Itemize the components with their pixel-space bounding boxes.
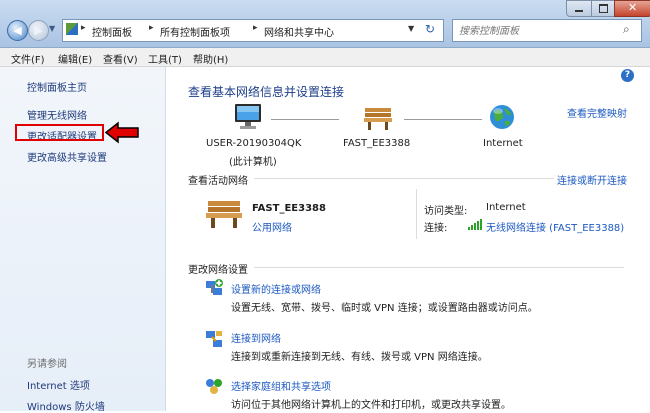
network-type-link[interactable]: 公用网络 (252, 219, 292, 234)
map-connector-line (404, 119, 482, 120)
active-network-name: FAST_EE3388 (252, 203, 326, 214)
address-dropdown-icon[interactable]: ▼ (408, 24, 414, 33)
task-setup-connection-desc: 设置无线、宽带、拨号、临时或 VPN 连接；或设置路由器或访问点。 (231, 303, 538, 314)
annotation-highlight-box (15, 124, 104, 141)
new-connection-icon (206, 279, 223, 295)
menu-file[interactable]: 文件(F) (11, 51, 45, 66)
minimize-button[interactable] (566, 0, 592, 17)
sidebar-item-advanced-sharing[interactable]: 更改高级共享设置 (27, 149, 107, 164)
title-address-bar: ✕ ◀ ▶ ▼ ▸ 控制面板 ▸ 所有控制面板项 ▸ 网络和共享中心 ▼ ↻ ⌕ (0, 0, 650, 48)
chevron-down-icon: ▼ (49, 24, 56, 33)
map-connector-line (271, 119, 339, 120)
section-divider (254, 267, 624, 268)
menu-view[interactable]: 查看(V) (103, 51, 138, 66)
forward-button[interactable]: ▶ (28, 20, 49, 41)
task-homegroup-link[interactable]: 选择家庭组和共享选项 (231, 378, 331, 393)
map-network-name: FAST_EE3388 (343, 138, 411, 149)
active-networks-heading: 查看活动网络 (188, 176, 248, 187)
map-internet-label: Internet (483, 138, 523, 149)
search-icon[interactable]: ⌕ (623, 22, 630, 37)
menu-edit[interactable]: 编辑(E) (58, 51, 92, 66)
main-content: ? 查看基本网络信息并设置连接 查看完整映射 USER-20190304QK (… (166, 67, 650, 411)
breadcrumb-control-panel[interactable]: 控制面板 (92, 24, 132, 39)
page-title: 查看基本网络信息并设置连接 (188, 85, 345, 99)
bench-network-icon[interactable] (362, 105, 394, 131)
task-connect-network-link[interactable]: 连接到网络 (231, 330, 281, 345)
sidebar-home-link[interactable]: 控制面板主页 (27, 79, 87, 94)
task-homegroup-desc: 访问位于其他网络计算机上的文件和打印机，或更改共享设置。 (231, 400, 511, 411)
close-icon: ✕ (628, 1, 638, 14)
breadcrumb-network-center[interactable]: 网络和共享中心 (264, 24, 334, 39)
wifi-signal-icon (468, 219, 482, 230)
connection-label: 连接: (424, 223, 448, 234)
control-panel-icon (66, 23, 78, 35)
computer-icon[interactable] (232, 102, 266, 132)
maximize-button[interactable] (591, 0, 615, 17)
globe-icon[interactable] (488, 103, 516, 131)
sidebar-item-internet-options[interactable]: Internet 选项 (27, 377, 90, 392)
task-setup-connection-link[interactable]: 设置新的连接或网络 (231, 281, 321, 296)
breadcrumb-separator-icon[interactable]: ▸ (149, 23, 154, 33)
sidebar-item-manage-wireless[interactable]: 管理无线网络 (27, 107, 87, 122)
task-connect-network-desc: 连接到或重新连接到无线、有线、拨号或 VPN 网络连接。 (231, 352, 488, 363)
bench-network-icon (206, 201, 242, 228)
computer-name: USER-20190304QK (206, 138, 302, 149)
forward-arrow-icon: ▶ (34, 24, 43, 37)
back-arrow-icon: ◀ (13, 24, 22, 37)
breadcrumb-separator-icon[interactable]: ▸ (253, 23, 258, 33)
refresh-icon[interactable]: ↻ (425, 22, 435, 36)
minimize-icon (575, 10, 583, 12)
back-button[interactable]: ◀ (7, 20, 28, 41)
connect-disconnect-link[interactable]: 连接或断开连接 (557, 172, 627, 187)
computer-subtitle: (此计算机) (229, 157, 277, 168)
view-full-map-link[interactable]: 查看完整映射 (567, 105, 627, 120)
recent-pages-dropdown[interactable]: ▼ (49, 24, 55, 33)
breadcrumb-separator-icon: ▸ (81, 23, 86, 33)
connect-network-icon (206, 331, 222, 347)
annotation-arrow-icon (104, 121, 139, 144)
search-box[interactable]: ⌕ (452, 19, 642, 42)
access-type-label: 访问类型: (424, 206, 468, 217)
vertical-divider (416, 189, 417, 239)
see-also-heading: 另请参阅 (27, 359, 67, 370)
change-settings-heading: 更改网络设置 (188, 265, 248, 276)
homegroup-icon (206, 379, 222, 394)
task-pane: 控制面板主页 管理无线网络 更改适配器设置 更改高级共享设置 另请参阅 Inte… (0, 67, 166, 413)
address-bar[interactable]: ▸ 控制面板 ▸ 所有控制面板项 ▸ 网络和共享中心 ▼ ↻ (62, 19, 444, 42)
menu-help[interactable]: 帮助(H) (193, 51, 228, 66)
close-button[interactable]: ✕ (614, 0, 650, 17)
maximize-icon (599, 4, 608, 13)
breadcrumb-all-items[interactable]: 所有控制面板项 (160, 24, 230, 39)
wireless-connection-link[interactable]: 无线网络连接 (FAST_EE3388) (486, 219, 624, 234)
help-icon[interactable]: ? (621, 69, 634, 82)
menu-tools[interactable]: 工具(T) (148, 51, 182, 66)
access-type-value: Internet (486, 202, 526, 213)
menu-bar: 文件(F) 编辑(E) 查看(V) 工具(T) 帮助(H) (0, 48, 650, 67)
section-divider (254, 178, 554, 179)
search-input[interactable] (457, 23, 621, 39)
